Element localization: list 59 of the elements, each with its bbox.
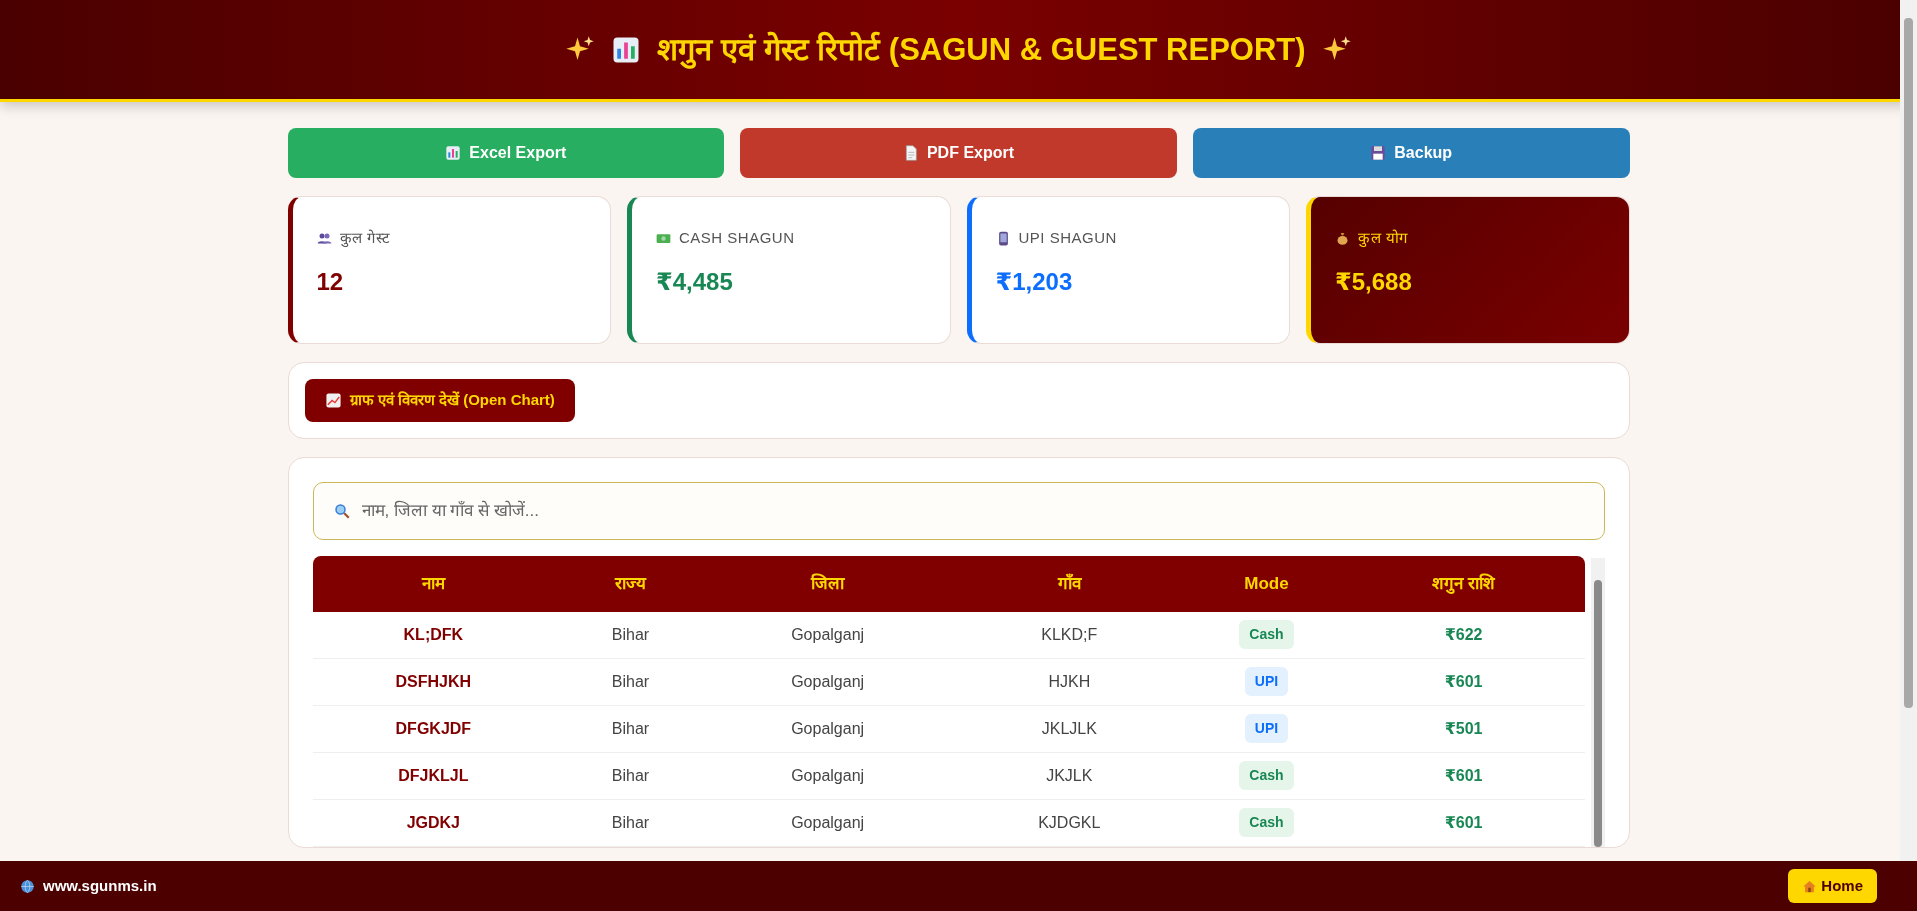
table-cell-text: Bihar: [610, 765, 651, 786]
table-cell-text: Bihar: [610, 718, 651, 739]
mode-tag: UPI: [1244, 714, 1289, 743]
table-cell-text: Gopalganj: [790, 671, 866, 692]
guest-name: JGDKJ: [405, 812, 461, 833]
guest-name: KL;DFK: [402, 624, 465, 645]
table-cell-text: Bihar: [610, 624, 651, 645]
home-button[interactable]: Home: [1788, 868, 1877, 904]
stat-value: ₹4,485: [656, 266, 734, 297]
stat-label: कुल योग: [1358, 228, 1408, 249]
table-cell-text: JKJLK: [1045, 765, 1094, 786]
mode-tag: UPI: [1244, 667, 1289, 696]
excel-export-button[interactable]: Excel Export: [287, 128, 725, 178]
column-header: गाँव: [1056, 572, 1083, 595]
amount-cell-text: ₹622: [1443, 624, 1484, 645]
stat-label: कुल गेस्ट: [339, 228, 391, 249]
column-header: शगुन राशि: [1431, 572, 1496, 596]
guest-name: DSFHJKH: [394, 671, 473, 692]
column-header: जिला: [809, 572, 846, 595]
stat-label: UPI SHAGUN: [1018, 228, 1117, 248]
page-title: शगुन एवं गेस्ट रिपोर्ट (SAGUN & GUEST REPORT): [657, 30, 1306, 69]
open-chart-button[interactable]: ग्राफ एवं विवरण देखें (Open Chart): [304, 379, 575, 422]
stat-value: ₹1,203: [995, 266, 1074, 297]
table-cell-text: KJDGKL: [1037, 812, 1102, 833]
guest-name: DFJKLJL: [397, 765, 470, 786]
amount-cell-text: ₹501: [1443, 718, 1484, 739]
globe-icon: [20, 878, 35, 894]
guest-name: DFGKJDF: [394, 718, 473, 739]
pdf-export-button[interactable]: PDF Export: [740, 128, 1177, 178]
table-cell-text: Bihar: [610, 812, 651, 833]
stat-value: 12: [316, 266, 345, 297]
table-cell-text: Gopalganj: [790, 765, 866, 786]
table-cell-text: Gopalganj: [790, 812, 866, 833]
amount-cell-text: ₹601: [1443, 671, 1484, 692]
column-header: नाम: [420, 572, 447, 595]
mode-tag: Cash: [1239, 620, 1294, 649]
house-icon: [1802, 878, 1818, 894]
stat-value: ₹5,688: [1335, 266, 1413, 297]
site-address: www.sgunms.in: [43, 875, 157, 896]
table-cell-text: KLKD;F: [1040, 624, 1099, 645]
column-header: Mode: [1243, 572, 1290, 595]
search-field[interactable]: नाम, जिला या गाँव से खोजें...: [312, 481, 1605, 540]
amount-cell-text: ₹601: [1443, 765, 1484, 786]
bar-chart-icon: [445, 145, 462, 161]
amount-cell-text: ₹601: [1443, 812, 1484, 833]
table-cell-text: Gopalganj: [790, 718, 866, 739]
money-bag-icon: [1335, 230, 1350, 246]
page-scrollbar[interactable]: [1900, 0, 1917, 861]
backup-button[interactable]: Backup: [1192, 128, 1630, 178]
mode-tag: Cash: [1239, 808, 1294, 837]
mode-tag: Cash: [1239, 761, 1294, 790]
table-cell-text: JKLJLK: [1040, 718, 1098, 739]
column-header: राज्य: [613, 572, 648, 595]
stat-label: CASH SHAGUN: [679, 228, 795, 248]
line-chart-icon: [324, 391, 342, 409]
table-cell-text: Bihar: [610, 671, 651, 692]
table-cell-text: Gopalganj: [790, 624, 866, 645]
table-scrollbar[interactable]: [1590, 557, 1605, 847]
table-cell-text: HJKH: [1047, 671, 1092, 692]
